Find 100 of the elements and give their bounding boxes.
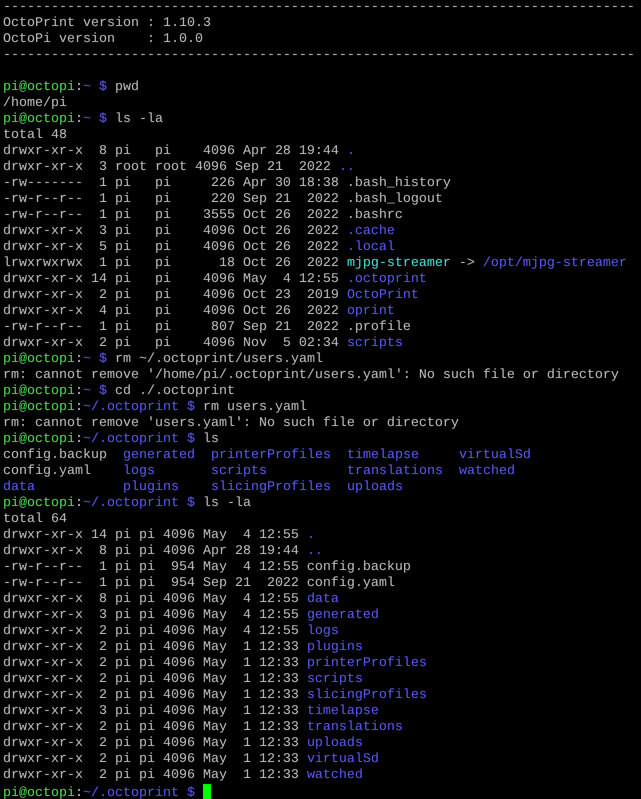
command-text: ls — [202, 432, 219, 447]
output-text: drwxr-xr-x 14 pi pi 4096 May 4 12:55 — [3, 272, 339, 287]
output-text: -rw-r--r-- 1 pi pi 807 Sep 21 2022 .profile — [3, 320, 411, 335]
symlink-name: mjpg-streamer — [346, 256, 451, 271]
output-text: drwxr-xr-x 3 pi pi 4096 May 4 12:55 — [3, 608, 299, 623]
prompt-path: ~/.octoprint $ — [82, 786, 195, 799]
prompt-path: ~ $ — [82, 384, 107, 399]
directory-name: translations — [346, 464, 443, 479]
directory-name: .local — [346, 240, 395, 255]
prompt-path: ~/.octoprint $ — [82, 400, 195, 415]
output-text: /home/pi — [3, 96, 67, 111]
output-text: -rw-r--r-- 1 pi pi 3555 Oct 26 2022 .bashrc — [3, 208, 403, 223]
directory-name: .. — [338, 160, 355, 175]
output-text: drwxr-xr-x 8 pi pi 4096 Apr 28 19:44 — [3, 544, 299, 559]
directory-name: watched — [306, 768, 363, 783]
command-text: pwd — [114, 80, 139, 95]
directory-name: generated — [122, 448, 195, 463]
prompt-user: pi@octopi — [3, 384, 75, 399]
banner-text: ------------------------------------------------------------------------------- — [3, 0, 635, 15]
directory-name: translations — [306, 720, 403, 735]
prompt-user: pi@octopi — [3, 80, 75, 95]
directory-name: plugins — [122, 480, 179, 495]
output-text: rm: cannot remove '/home/pi/.octoprint/users.yaml': No such file or directory — [3, 368, 619, 383]
output-text: drwxr-xr-x 2 pi pi 4096 May 1 12:33 — [3, 688, 299, 703]
directory-name: data — [3, 480, 35, 495]
output-text: total 64 — [3, 512, 67, 527]
prompt-separator: : — [74, 496, 83, 511]
output-text: drwxr-xr-x 2 pi pi 4096 Oct 23 2019 — [3, 288, 339, 303]
prompt-user: pi@octopi — [3, 496, 75, 511]
directory-name: slicingProfiles — [306, 688, 427, 703]
directory-name: . — [306, 528, 315, 543]
output-text: drwxr-xr-x 3 pi pi 4096 Oct 26 2022 — [3, 224, 339, 239]
directory-name: printerProfiles — [210, 448, 331, 463]
output-text: config.backup — [3, 448, 107, 463]
prompt-separator: : — [74, 400, 83, 415]
output-text: -rw-r--r-- 1 pi pi 954 May 4 12:55 config.backup — [3, 560, 411, 575]
command-text: ls -la — [202, 496, 251, 511]
prompt-separator: : — [74, 80, 83, 95]
directory-name: data — [306, 592, 339, 607]
directory-name: timelapse — [346, 448, 419, 463]
output-text: total 48 — [3, 128, 67, 143]
directory-name: uploads — [346, 480, 403, 495]
directory-name: .cache — [346, 224, 395, 239]
prompt-separator: : — [74, 432, 83, 447]
directory-name: virtualSd — [458, 448, 531, 463]
directory-name: logs — [122, 464, 155, 479]
directory-name: uploads — [306, 736, 363, 751]
output-text: -> — [458, 256, 475, 271]
output-text: drwxr-xr-x 3 pi pi 4096 May 1 12:33 — [3, 704, 299, 719]
prompt-path: ~/.octoprint $ — [82, 496, 195, 511]
prompt-path: ~ $ — [82, 352, 107, 367]
output-text: drwxr-xr-x 8 pi pi 4096 Apr 28 19:44 — [3, 144, 339, 159]
output-text: drwxr-xr-x 2 pi pi 4096 May 4 12:55 — [3, 624, 299, 639]
directory-name: oprint — [346, 304, 395, 319]
output-text: drwxr-xr-x 2 pi pi 4096 May 1 12:33 — [3, 720, 299, 735]
prompt-separator: : — [74, 384, 83, 399]
output-text: drwxr-xr-x 8 pi pi 4096 May 4 12:55 — [3, 592, 299, 607]
prompt-separator: : — [74, 112, 83, 127]
command-text: rm ~/.octoprint/users.yaml — [114, 352, 323, 367]
prompt-separator: : — [74, 786, 83, 799]
directory-name: /opt/mjpg-streamer — [482, 256, 627, 271]
output-text: config.yaml — [3, 464, 91, 479]
output-text: drwxr-xr-x 2 pi pi 4096 May 1 12:33 — [3, 736, 299, 751]
banner-text: ------------------------------------------------------------------------------- — [3, 48, 635, 63]
directory-name: slicingProfiles — [210, 480, 331, 495]
directory-name: virtualSd — [306, 752, 379, 767]
directory-name: timelapse — [306, 704, 379, 719]
directory-name: plugins — [306, 640, 363, 655]
output-text: drwxr-xr-x 2 pi pi 4096 Nov 5 02:34 — [3, 336, 339, 351]
output-text: drwxr-xr-x 3 root root 4096 Sep 21 2022 — [3, 160, 331, 175]
prompt-path: ~/.octoprint $ — [82, 432, 195, 447]
directory-name: logs — [306, 624, 339, 639]
banner-text: OctoPi version : 1.0.0 — [3, 32, 203, 47]
output-text: drwxr-xr-x 2 pi pi 4096 May 1 12:33 — [3, 656, 299, 671]
prompt-user: pi@octopi — [3, 112, 75, 127]
directory-name: . — [346, 144, 355, 159]
directory-name: scripts — [306, 672, 363, 687]
prompt-path: ~ $ — [82, 112, 107, 127]
directory-name: printerProfiles — [306, 656, 427, 671]
prompt-path: ~ $ — [82, 80, 107, 95]
output-text: -rw-r--r-- 1 pi pi 220 Sep 21 2022 .bash_logout — [3, 192, 443, 207]
command-text: cd ./.octoprint — [114, 384, 235, 399]
output-text: drwxr-xr-x 2 pi pi 4096 May 1 12:33 — [3, 640, 299, 655]
output-text: drwxr-xr-x 5 pi pi 4096 Oct 26 2022 — [3, 240, 339, 255]
command-text: rm users.yaml — [202, 400, 307, 415]
prompt-user: pi@octopi — [3, 786, 75, 799]
output-text: lrwxrwxrwx 1 pi pi 18 Oct 26 2022 — [3, 256, 339, 271]
directory-name: .. — [306, 544, 323, 559]
directory-name: scripts — [210, 464, 267, 479]
directory-name: watched — [458, 464, 515, 479]
prompt-separator: : — [74, 352, 83, 367]
output-text: drwxr-xr-x 14 pi pi 4096 May 4 12:55 — [3, 528, 299, 543]
output-text: rm: cannot remove 'users.yaml': No such file or directory — [3, 416, 459, 431]
output-text: drwxr-xr-x 2 pi pi 4096 May 1 12:33 — [3, 752, 299, 767]
output-text: drwxr-xr-x 2 pi pi 4096 May 1 12:33 — [3, 672, 299, 687]
prompt-user: pi@octopi — [3, 432, 75, 447]
banner-text: OctoPrint version : 1.10.3 — [3, 16, 211, 31]
prompt-user: pi@octopi — [3, 352, 75, 367]
directory-name: scripts — [346, 336, 403, 351]
directory-name: OctoPrint — [346, 288, 419, 303]
